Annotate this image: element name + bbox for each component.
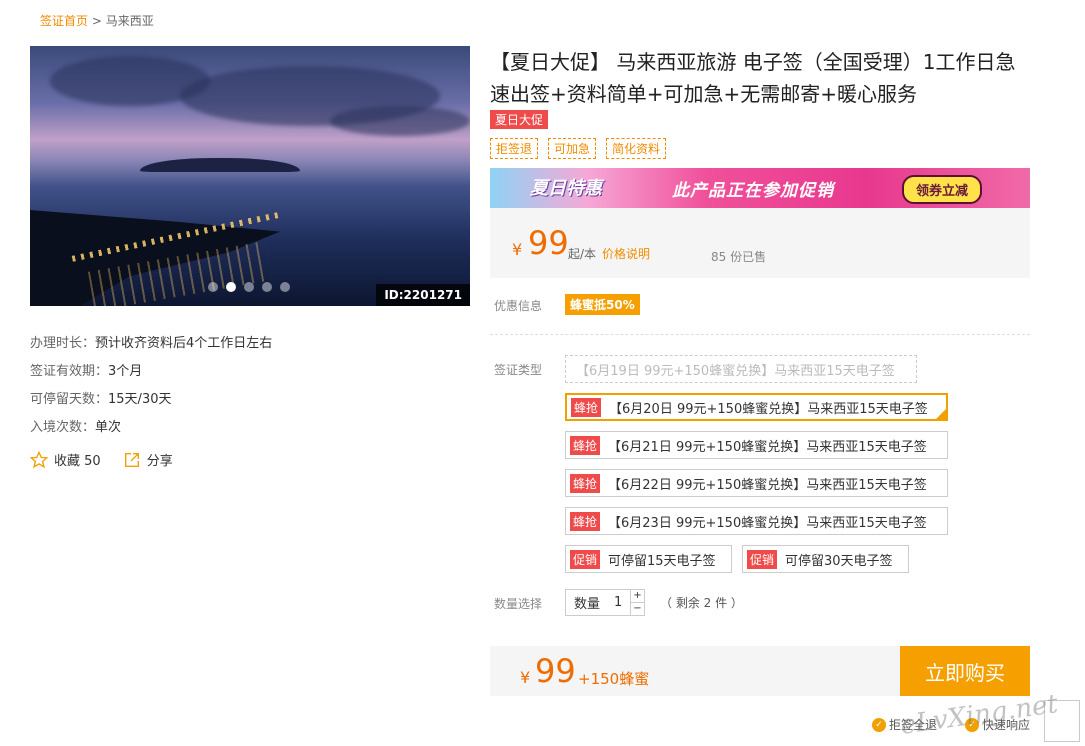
visa-option[interactable]: 蜂抢 【6月22日 99元+150蜂蜜兑换】马来西亚15天电子签 [565, 469, 948, 497]
checkmark-icon: ✓ [935, 408, 947, 420]
promotion-badge: 促销 [747, 549, 778, 569]
visa-option[interactable]: 蜂抢 【6月21日 99元+150蜂蜜兑换】马来西亚15天电子签 [565, 431, 948, 459]
quantity-field-label: 数量 [574, 597, 601, 612]
info-value: 预计收齐资料后4个工作日左右 [95, 336, 273, 351]
price-unit: 起/本 [568, 247, 597, 261]
carousel-dot[interactable] [280, 282, 290, 292]
breadcrumb-separator: > [88, 14, 106, 28]
banner-summer-text: 夏日特惠 [530, 178, 602, 199]
visa-type-label: 签证类型 [494, 363, 543, 377]
price-amount: 99 [528, 224, 569, 262]
visa-option-text: 可停留30天电子签 [785, 553, 893, 569]
quantity-decrease-button[interactable]: − [631, 602, 644, 614]
favorite-button[interactable]: 收藏 50 [30, 450, 101, 469]
visa-option[interactable]: 蜂抢 【6月23日 99元+150蜂蜜兑换】马来西亚15天电子签 [565, 507, 948, 535]
product-id-tag: ID:2201271 [376, 284, 470, 306]
honey-cost: +150蜂蜜 [578, 670, 650, 688]
banner-promo-text: 此产品正在参加促销 [672, 181, 834, 201]
info-label: 办理时长： [30, 336, 96, 351]
discount-label: 优惠信息 [494, 299, 543, 313]
info-label: 签证有效期： [30, 364, 109, 379]
carousel-dot[interactable] [208, 282, 218, 292]
honey-discount-badge: 蜂蜜抵50% [565, 294, 640, 315]
info-row-entries: 入境次数：单次 [30, 414, 272, 442]
carousel-dot[interactable] [244, 282, 254, 292]
visa-option-selected[interactable]: 蜂抢 【6月20日 99元+150蜂蜜兑换】马来西亚15天电子签 ✓ [565, 393, 948, 421]
island-shape [140, 158, 300, 172]
info-label: 可停留天数： [30, 392, 109, 407]
visa-option-text: 【6月22日 99元+150蜂蜜兑换】马来西亚15天电子签 [608, 477, 927, 493]
buy-bar: ¥ 99 +150蜂蜜 立即购买 [490, 646, 1030, 696]
cloud-shape [330, 106, 470, 136]
share-label: 分享 [146, 454, 173, 469]
carousel-dot-active[interactable] [226, 282, 236, 292]
visa-option-text: 【6月23日 99元+150蜂蜜兑换】马来西亚15天电子签 [608, 515, 927, 531]
info-value: 单次 [95, 420, 122, 435]
share-icon [124, 452, 139, 467]
breadcrumb-current: 马来西亚 [105, 14, 154, 28]
tag-simplified: 简化资料 [606, 138, 667, 159]
product-actions: 收藏 50 分享 [30, 450, 173, 469]
currency-symbol: ¥ [520, 668, 531, 687]
visa-option[interactable]: 促销 可停留15天电子签 [565, 545, 732, 573]
total-price: 99 [535, 652, 576, 690]
info-row-stay: 可停留天数：15天/30天 [30, 386, 272, 414]
tag-expedite: 可加急 [548, 138, 597, 159]
promotion-banner[interactable]: 夏日特惠 此产品正在参加促销 领券立减 [490, 168, 1030, 208]
quantity-steps: + − [630, 590, 644, 615]
star-icon [30, 450, 48, 468]
buy-now-button[interactable]: 立即购买 [900, 646, 1030, 696]
visa-option-text: 【6月21日 99元+150蜂蜜兑换】马来西亚15天电子签 [608, 439, 927, 455]
share-button[interactable]: 分享 [123, 450, 173, 469]
currency-symbol: ¥ [512, 240, 523, 259]
divider [490, 334, 1030, 335]
visa-option-text: 【6月20日 99元+150蜂蜜兑换】马来西亚15天电子签 [609, 401, 928, 417]
product-image-carousel[interactable]: ID:2201271 [30, 46, 470, 306]
info-row-duration: 办理时长：预计收齐资料后4个工作日左右 [30, 330, 272, 358]
visa-info-list: 办理时长：预计收齐资料后4个工作日左右 签证有效期：3个月 可停留天数：15天/… [30, 330, 272, 442]
price-explain-link[interactable]: 价格说明 [602, 245, 650, 262]
visa-option-text: 【6月19日 99元+150蜂蜜兑换】马来西亚15天电子签 [576, 363, 895, 379]
breadcrumb-home-link[interactable]: 签证首页 [40, 14, 88, 28]
info-value: 15天/30天 [108, 392, 172, 407]
price-box: ¥ 99 起/本 价格说明 85 份已售 [490, 208, 1030, 278]
quantity-label: 数量选择 [494, 597, 543, 611]
quantity-value[interactable]: 1 [614, 595, 622, 610]
flash-sale-badge: 蜂抢 [570, 511, 601, 531]
claim-coupon-button[interactable]: 领券立减 [902, 175, 983, 204]
promotion-badge: 促销 [570, 549, 601, 569]
flash-sale-badge: 蜂抢 [570, 473, 601, 493]
product-title: 【夏日大促】 马来西亚旅游 电子签（全国受理）1工作日急速出签+资料简单+可加急… [490, 50, 1016, 106]
flash-sale-badge: 蜂抢 [570, 435, 601, 455]
info-value: 3个月 [108, 364, 143, 379]
carousel-dots [208, 282, 290, 292]
info-label: 入境次数： [30, 420, 96, 435]
watermark-logo-box [1044, 700, 1080, 742]
visa-option-disabled[interactable]: 【6月19日 99元+150蜂蜜兑换】马来西亚15天电子签 [565, 355, 917, 383]
info-row-validity: 签证有效期：3个月 [30, 358, 272, 386]
quantity-stepper[interactable]: 数量 1 + − [565, 589, 645, 616]
site-watermark: eLvXing.net [898, 689, 1060, 741]
breadcrumb: 签证首页 > 马来西亚 [40, 12, 154, 29]
flash-sale-badge: 蜂抢 [571, 397, 602, 417]
check-circle-icon: ✓ [872, 717, 886, 732]
remaining-stock: （ 剩余 2 件 ） [660, 596, 743, 610]
quantity-increase-button[interactable]: + [631, 590, 644, 602]
promo-badge: 夏日大促 [490, 110, 549, 129]
visa-option[interactable]: 促销 可停留30天电子签 [742, 545, 909, 573]
service-tags: 拒签退 可加急 简化资料 [490, 138, 667, 159]
sold-count: 85 份已售 [711, 250, 767, 264]
tag-refund: 拒签退 [490, 138, 539, 159]
carousel-dot[interactable] [262, 282, 272, 292]
favorite-label: 收藏 50 [54, 454, 101, 469]
visa-option-text: 可停留15天电子签 [608, 553, 716, 569]
